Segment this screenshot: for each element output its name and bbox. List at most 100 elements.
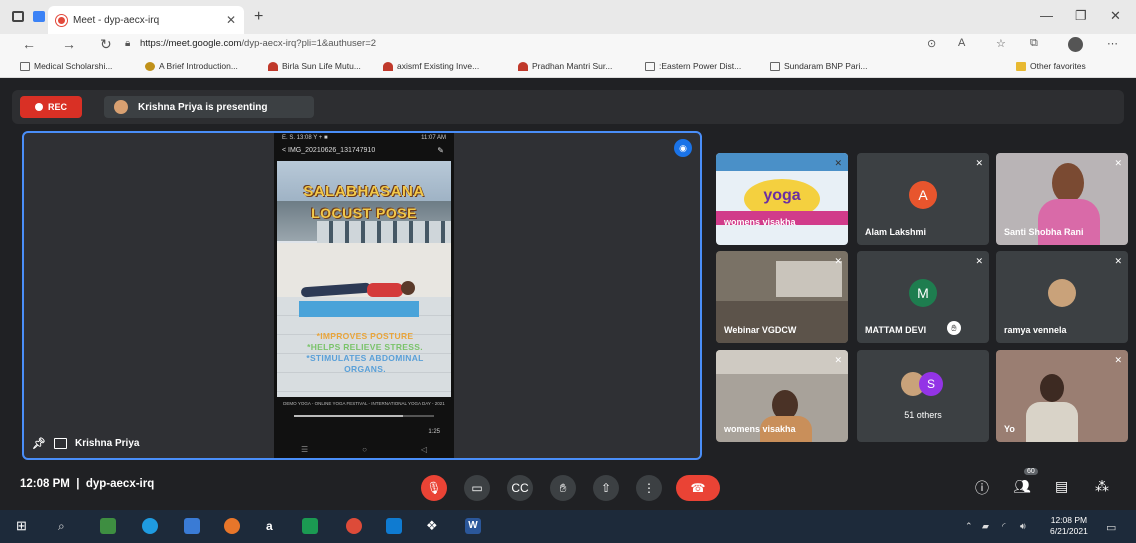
collections-icon[interactable]: ⧉ bbox=[1030, 37, 1038, 50]
restore-icon[interactable]: ❐ bbox=[1075, 8, 1087, 24]
browser-tab[interactable]: Meet - dyp-aecx-irq ✕ bbox=[48, 6, 244, 34]
tray-chevron-icon[interactable]: ⌃ bbox=[965, 521, 973, 532]
files-app-icon[interactable] bbox=[184, 518, 200, 534]
lock-icon[interactable]: 🔒︎ bbox=[125, 38, 130, 49]
poster-benefits: *IMPROVES POSTURE *HELPS RELIEVE STRESS.… bbox=[306, 331, 424, 374]
profile-avatar[interactable] bbox=[1068, 37, 1083, 52]
participant-tile[interactable]: yoga ✕ womens visakha bbox=[716, 153, 848, 245]
favorite-item[interactable]: Sundaram BNP Pari... bbox=[770, 61, 867, 71]
participant-tile[interactable]: ✕ Webinar VGDCW bbox=[716, 251, 848, 343]
avatar: M bbox=[909, 279, 937, 307]
volume-icon[interactable]: 🔊︎ bbox=[1020, 521, 1026, 532]
presenting-banner[interactable]: Krishna Priya is presenting bbox=[104, 96, 314, 118]
more-options-button[interactable]: ⋮ bbox=[636, 475, 662, 501]
poster-yoga-text: yoga bbox=[763, 187, 801, 204]
participant-tile[interactable]: S 51 others bbox=[857, 350, 989, 442]
favorites-bar: Medical Scholarshi... A Brief Introducti… bbox=[0, 56, 1136, 78]
mic-off-icon: ✕ bbox=[975, 158, 983, 168]
more-menu-icon[interactable]: ⋯ bbox=[1107, 37, 1118, 50]
favorite-item[interactable]: Medical Scholarshi... bbox=[20, 61, 112, 71]
refresh-icon[interactable]: ↻ bbox=[100, 36, 112, 53]
pin-icon[interactable]: 📌︎ bbox=[32, 437, 46, 450]
activities-icon[interactable]: ⁂ bbox=[1095, 478, 1109, 495]
avatar: S bbox=[919, 372, 943, 396]
whatsapp-icon[interactable] bbox=[302, 518, 318, 534]
mic-toggle-button[interactable]: 🎙︎ bbox=[421, 475, 447, 501]
search-icon[interactable]: ⌕ bbox=[58, 518, 74, 534]
favorite-item[interactable]: axismf Existing Inve... bbox=[383, 61, 479, 71]
read-aloud-icon[interactable]: A bbox=[958, 37, 965, 49]
camera-toggle-button[interactable]: ▭ bbox=[464, 475, 490, 501]
meeting-info: 12:08 PM | dyp-aecx-irq bbox=[20, 478, 155, 490]
people-icon[interactable]: 👥︎ bbox=[1013, 478, 1031, 495]
edge-browser-icon[interactable] bbox=[142, 518, 158, 534]
new-tab-icon[interactable]: + bbox=[254, 8, 263, 26]
presentation-tile[interactable]: E. S. 13:08 Y + ■ 11:07 AM < IMG_20210626… bbox=[22, 131, 702, 460]
close-window-icon[interactable]: ✕ bbox=[1110, 8, 1121, 24]
wifi-icon[interactable]: ◜ bbox=[1002, 521, 1006, 532]
phone-nav-bar: ☰ ○ ◁ bbox=[274, 445, 454, 454]
avatar bbox=[1048, 279, 1076, 307]
people-count-badge: 60 bbox=[1024, 468, 1038, 475]
workspace-icon[interactable] bbox=[33, 11, 45, 22]
video-progress-bar[interactable] bbox=[294, 415, 434, 417]
favorite-star-icon[interactable]: ☆ bbox=[996, 37, 1006, 50]
record-dot-icon bbox=[34, 103, 43, 111]
raise-hand-button[interactable]: ✋︎ bbox=[550, 475, 576, 501]
minimize-icon[interactable]: — bbox=[1040, 8, 1053, 23]
amazon-icon[interactable]: a bbox=[266, 518, 282, 534]
participant-tile[interactable]: ✕ A Alam Lakshmi bbox=[857, 153, 989, 245]
participant-tile[interactable]: ✕ ramya vennela bbox=[996, 251, 1128, 343]
meet-top-strip: REC Krishna Priya is presenting bbox=[12, 90, 1124, 124]
present-now-button[interactable]: ⇧ bbox=[593, 475, 619, 501]
camera-permission-icon[interactable]: ⊙ bbox=[927, 37, 936, 50]
forward-icon[interactable]: → bbox=[62, 36, 76, 52]
favorite-item[interactable]: A Brief Introduction... bbox=[145, 61, 238, 71]
phone-file-title: < IMG_20210626_131747910 bbox=[282, 147, 376, 154]
system-clock[interactable]: 12:08 PM 6/21/2021 bbox=[1050, 515, 1088, 537]
home-icon: ○ bbox=[362, 445, 367, 454]
favorite-item[interactable]: :Eastern Power Dist... bbox=[645, 61, 741, 71]
favorite-item[interactable]: Birla Sun Life Mutu... bbox=[268, 61, 361, 71]
participant-tile[interactable]: ✕ Santi Shobha Rani bbox=[996, 153, 1128, 245]
network-icon[interactable]: ▰ bbox=[982, 521, 989, 532]
participant-tile[interactable]: ✕ M MATTAM DEVI ✋︎ bbox=[857, 251, 989, 343]
recording-badge[interactable]: REC bbox=[20, 96, 82, 118]
photos-app-icon[interactable] bbox=[100, 518, 116, 534]
yoga-poster-image: SALABHASANA LOCUST POSE *IMPROVES POSTUR… bbox=[277, 161, 451, 397]
meet-area: REC Krishna Priya is presenting E. S. 13… bbox=[0, 78, 1136, 510]
close-tab-icon[interactable]: ✕ bbox=[226, 13, 236, 27]
firefox-icon[interactable] bbox=[224, 518, 240, 534]
recording-favicon-icon bbox=[56, 14, 67, 26]
shared-phone-screen: E. S. 13:08 Y + ■ 11:07 AM < IMG_20210626… bbox=[274, 133, 454, 458]
presenter-avatar bbox=[114, 100, 128, 114]
mic-off-icon: ✕ bbox=[1114, 355, 1122, 365]
mail-icon[interactable] bbox=[386, 518, 402, 534]
meeting-details-icon[interactable]: ⓘ bbox=[975, 478, 989, 498]
favorite-item[interactable]: Pradhan Mantri Sur... bbox=[518, 61, 612, 71]
word-icon[interactable]: W bbox=[465, 518, 481, 534]
back-nav-icon: ◁ bbox=[420, 445, 428, 454]
axis-icon bbox=[383, 61, 393, 71]
notifications-icon[interactable]: ▭ bbox=[1106, 521, 1116, 534]
present-screen-icon bbox=[53, 438, 67, 449]
page-icon bbox=[645, 61, 655, 71]
page-icon bbox=[770, 61, 780, 71]
participant-tile[interactable]: ✕ womens visakha bbox=[716, 350, 848, 442]
back-icon[interactable]: ← bbox=[22, 36, 36, 52]
captions-button[interactable]: CC bbox=[507, 475, 533, 501]
chat-icon[interactable]: ▤ bbox=[1055, 478, 1068, 495]
dropbox-icon[interactable]: ❖ bbox=[426, 518, 442, 534]
pradhan-icon bbox=[518, 61, 528, 71]
participant-tile[interactable]: ✕ Yo bbox=[996, 350, 1128, 442]
chrome-icon[interactable] bbox=[346, 518, 362, 534]
avatar: A bbox=[909, 181, 937, 209]
mic-off-icon: ✕ bbox=[1114, 158, 1122, 168]
phone-status-bar: E. S. 13:08 Y + ■ 11:07 AM bbox=[282, 135, 446, 141]
meet-control-bar: 12:08 PM | dyp-aecx-irq 🎙︎ ▭ CC ✋︎ ⇧ ⋮ ☎… bbox=[0, 463, 1136, 510]
other-favorites[interactable]: Other favorites bbox=[1016, 61, 1086, 71]
tab-actions-icon[interactable] bbox=[12, 11, 24, 22]
leave-call-button[interactable]: ☎︎ bbox=[676, 475, 720, 501]
url-field[interactable]: https://meet.google.com/dyp-aecx-irq?pli… bbox=[140, 38, 376, 49]
windows-start-icon[interactable]: ⊞ bbox=[16, 518, 32, 534]
